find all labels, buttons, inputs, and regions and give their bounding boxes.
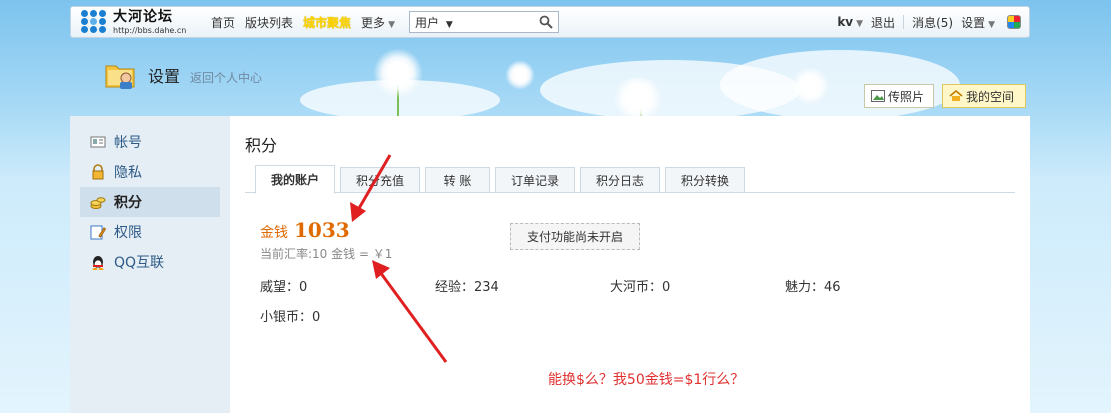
chevron-down-icon: ▼	[445, 19, 453, 30]
user-menu[interactable]: kv ▼	[837, 15, 863, 29]
sidebar-item-label: 隐私	[114, 165, 142, 181]
dandelion-decoration	[790, 68, 830, 104]
divider	[903, 15, 905, 29]
content-title: 积分	[245, 136, 278, 155]
stat-dahe-coin: 大河币：0	[610, 280, 671, 295]
sidebar-item-points[interactable]: 积分	[80, 187, 220, 217]
my-space-label: 我的空间	[966, 89, 1015, 104]
messages-link[interactable]: 消息(5)	[912, 14, 953, 31]
sidebar-item-label: 帐号	[114, 135, 142, 151]
chevron-down-icon: ▼	[856, 19, 864, 29]
nav-more-label: 更多	[361, 15, 386, 30]
id-card-icon	[90, 136, 106, 148]
sidebar-item-label: 积分	[114, 195, 142, 211]
exchange-rate: 当前汇率:10 金钱 = ￥1	[260, 247, 393, 261]
dandelion-decoration	[373, 48, 423, 98]
settings-folder-icon	[105, 65, 135, 89]
username: kv	[837, 15, 854, 29]
page-title: 设置	[148, 67, 181, 86]
stat-prestige: 威望：0	[260, 280, 308, 295]
site-logo[interactable]: 大河论坛 http://bbs.dahe.cn	[81, 8, 199, 36]
tab-transfer[interactable]: 转 账	[425, 167, 490, 193]
photo-icon	[871, 90, 885, 102]
logo-title: 大河论坛	[113, 8, 173, 25]
back-to-profile-link[interactable]: 返回个人中心	[190, 69, 262, 86]
chevron-down-icon: ▼	[388, 19, 395, 30]
top-nav-bar: 大河论坛 http://bbs.dahe.cn 首页 版块列表 城市聚焦 更多 ▼…	[70, 6, 1030, 38]
dandelion-decoration	[610, 78, 666, 118]
tab-recharge[interactable]: 积分充值	[340, 167, 420, 193]
nav-forum-list-link[interactable]: 版块列表	[245, 14, 293, 31]
settings-sidebar: 帐号 隐私 积分 权限 QQ互联	[70, 116, 230, 413]
qq-penguin-icon	[92, 256, 104, 270]
search-type-label: 用户	[414, 15, 439, 30]
search-icon[interactable]	[539, 15, 553, 29]
home-icon	[949, 90, 963, 101]
upload-photo-label: 传照片	[888, 89, 925, 104]
payment-disabled-notice: 支付功能尚未开启	[510, 223, 640, 250]
logo-url: http://bbs.dahe.cn	[113, 25, 187, 35]
annotation-note: 能换$么？我50金钱=$1行么？	[548, 372, 745, 388]
coins-icon	[90, 197, 106, 209]
sidebar-item-permission[interactable]: 权限	[80, 217, 220, 247]
theme-color-icon[interactable]	[1007, 15, 1021, 29]
tab-orders[interactable]: 订单记录	[495, 167, 575, 193]
logout-link[interactable]: 退出	[871, 14, 895, 31]
upload-photo-button[interactable]: 传照片	[864, 84, 934, 108]
sidebar-item-label: QQ互联	[114, 255, 165, 271]
money-value: 1033	[294, 218, 350, 242]
tab-my-account[interactable]: 我的账户	[255, 165, 335, 194]
points-tabs: 我的账户 积分充值 转 账 订单记录 积分日志 积分转换	[245, 165, 1015, 194]
settings-header: 设置 返回个人中心	[104, 60, 262, 90]
sidebar-item-qq-connect[interactable]: QQ互联	[80, 247, 220, 277]
sidebar-item-account[interactable]: 帐号	[80, 127, 220, 157]
edit-permission-icon	[90, 225, 106, 240]
search-input[interactable]: 用户 ▼	[408, 11, 559, 33]
chevron-down-icon: ▼	[988, 19, 995, 30]
settings-label: 设置	[961, 15, 986, 30]
nav-more-menu[interactable]: 更多 ▼	[361, 14, 395, 31]
stat-silver-coin: 小银币：0	[260, 310, 321, 325]
my-space-button[interactable]: 我的空间	[942, 84, 1026, 108]
logo-mark-icon	[81, 10, 107, 34]
nav-city-link[interactable]: 城市聚焦	[303, 14, 351, 31]
tab-points-convert[interactable]: 积分转换	[665, 167, 745, 193]
tab-points-log[interactable]: 积分日志	[580, 167, 660, 193]
search-type-select[interactable]: 用户 ▼	[410, 14, 453, 31]
money-label: 金钱	[260, 225, 288, 241]
stat-charm: 魅力：46	[785, 280, 841, 295]
stat-experience: 经验：234	[435, 280, 499, 295]
sidebar-item-privacy[interactable]: 隐私	[80, 157, 220, 187]
money-balance: 金钱 1033	[260, 218, 350, 242]
settings-menu[interactable]: 设置 ▼	[961, 14, 995, 31]
lock-icon	[92, 164, 104, 180]
dandelion-decoration	[505, 60, 535, 90]
sidebar-item-label: 权限	[114, 225, 142, 241]
nav-home-link[interactable]: 首页	[211, 14, 235, 31]
